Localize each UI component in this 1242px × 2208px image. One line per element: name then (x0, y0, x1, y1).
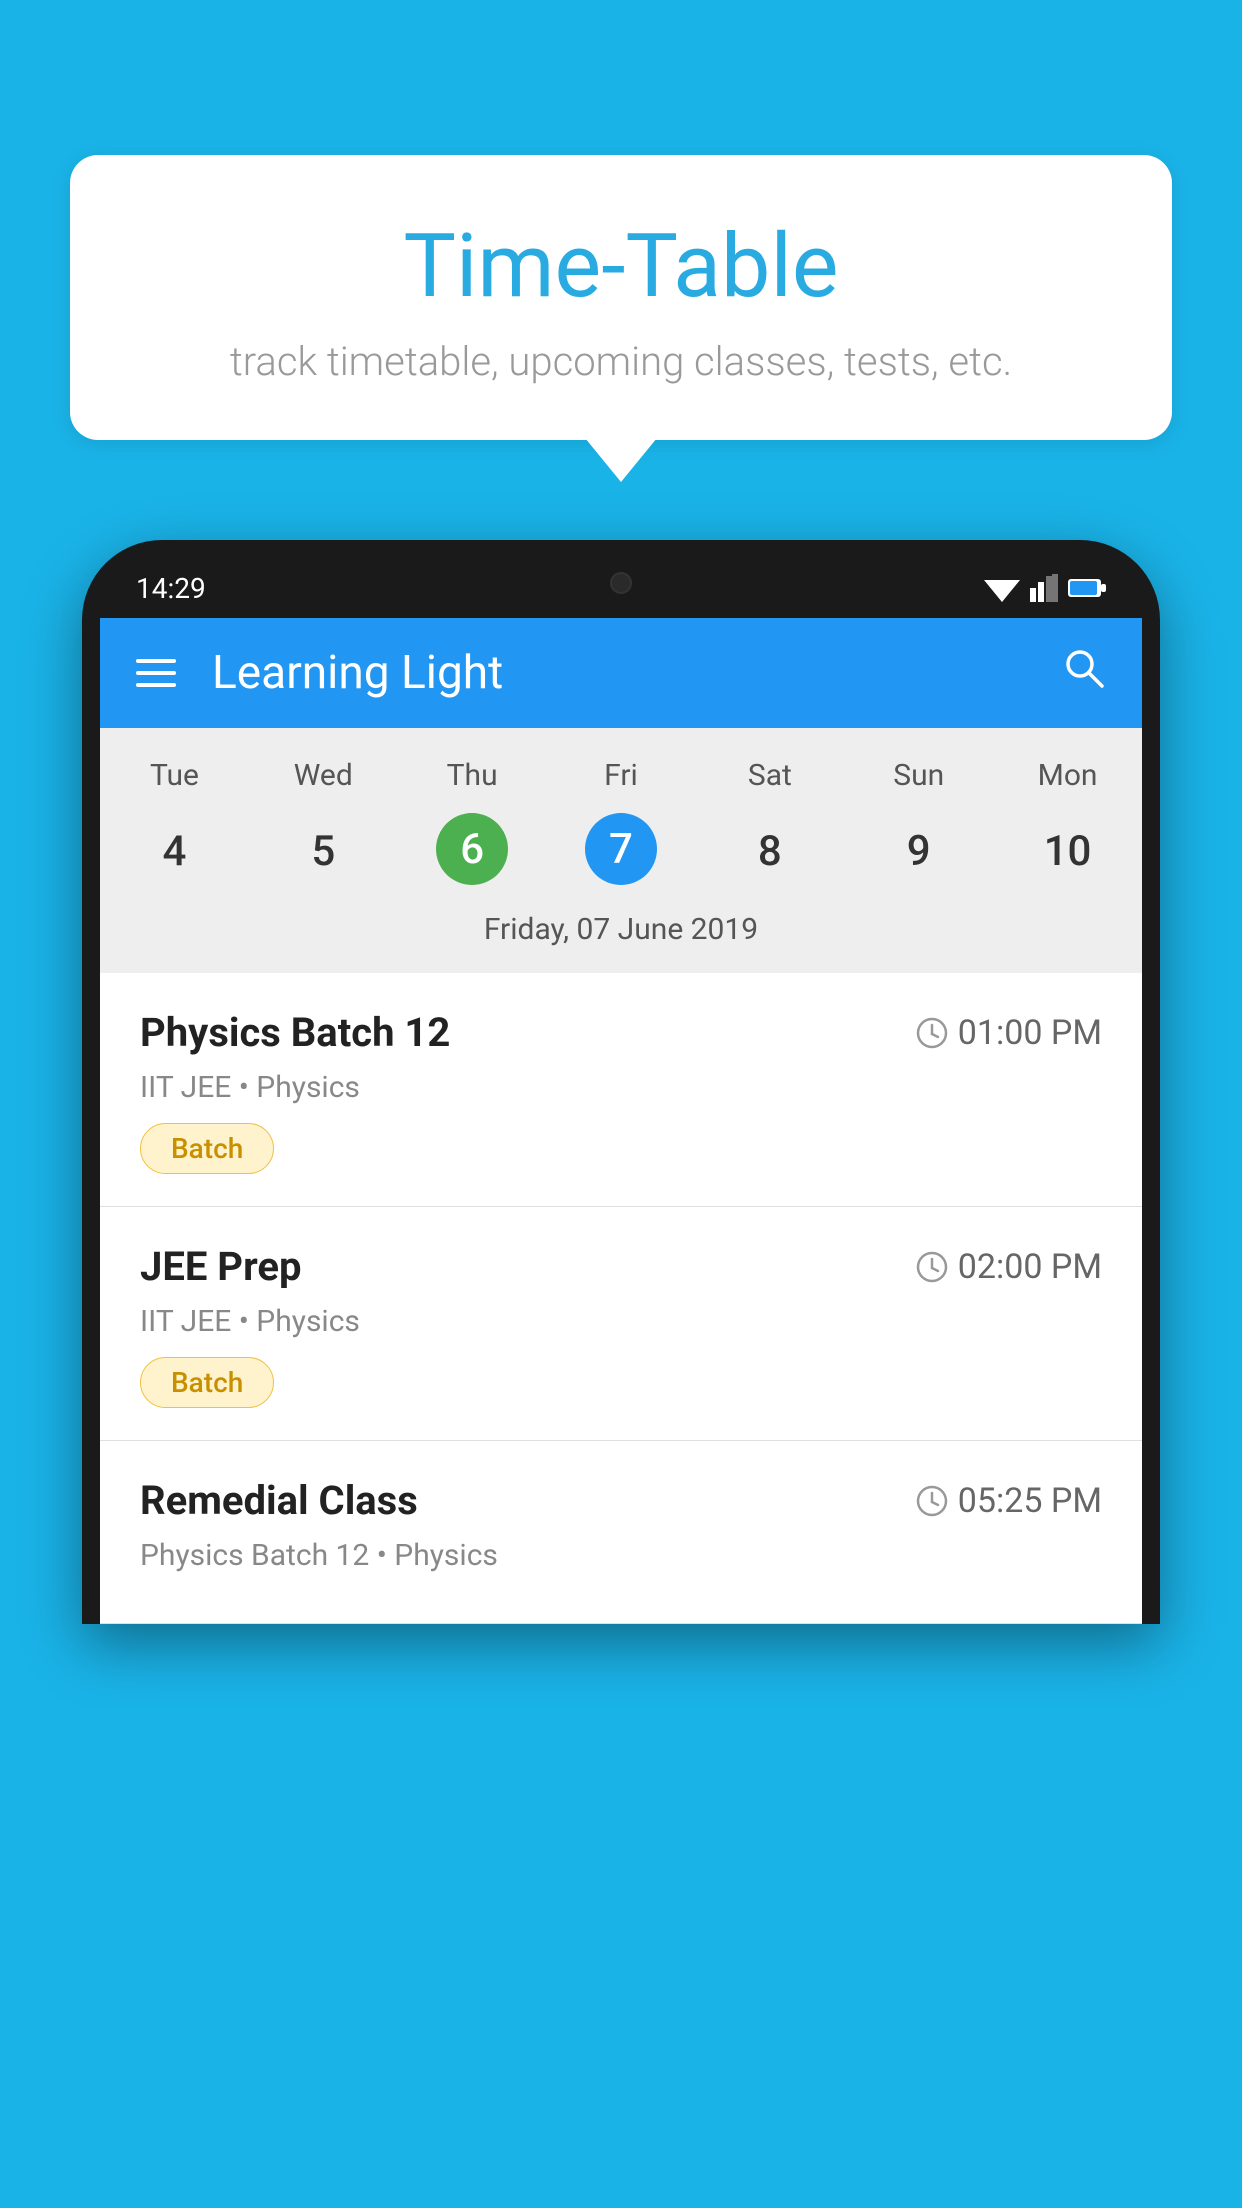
event-time-text-2: 02:00 PM (958, 1247, 1102, 1287)
day-header-fri: Fri (547, 748, 696, 803)
speech-bubble: Time-Table track timetable, upcoming cla… (70, 155, 1172, 440)
status-bar: 14:29 (100, 558, 1142, 618)
event-time-text-1: 01:00 PM (958, 1013, 1102, 1053)
day-header-mon: Mon (993, 748, 1142, 803)
status-time: 14:29 (136, 572, 206, 605)
day-5[interactable]: 5 (249, 813, 398, 890)
event-card-remedial[interactable]: Remedial Class 05:25 PM Physics Batch 12… (100, 1441, 1142, 1624)
event-card-jee-prep[interactable]: JEE Prep 02:00 PM IIT JEE • Physics Batc… (100, 1207, 1142, 1441)
status-icons (984, 574, 1106, 602)
day-6-today[interactable]: 6 (436, 813, 508, 885)
bubble-subtitle: track timetable, upcoming classes, tests… (130, 338, 1112, 385)
clock-icon-2 (916, 1251, 948, 1283)
wifi-icon (984, 574, 1020, 602)
clock-icon-3 (916, 1485, 948, 1517)
phone-mockup: 14:29 (82, 540, 1160, 2208)
day-header-sat: Sat (695, 748, 844, 803)
phone-screen: Learning Light Tue Wed Thu Fri Sat Sun (100, 618, 1142, 1624)
event-header-1: Physics Batch 12 01:00 PM (140, 1009, 1102, 1056)
batch-badge-2: Batch (140, 1357, 274, 1408)
event-header-3: Remedial Class 05:25 PM (140, 1477, 1102, 1524)
camera (610, 572, 632, 594)
event-time-3: 05:25 PM (916, 1481, 1102, 1521)
day-4[interactable]: 4 (100, 813, 249, 890)
selected-date-label: Friday, 07 June 2019 (100, 900, 1142, 963)
day-header-thu: Thu (398, 748, 547, 803)
event-title-3: Remedial Class (140, 1477, 418, 1524)
event-time-text-3: 05:25 PM (958, 1481, 1102, 1521)
event-time-2: 02:00 PM (916, 1247, 1102, 1287)
day-numbers: 4 5 6 7 8 9 10 (100, 813, 1142, 890)
batch-badge-1: Batch (140, 1123, 274, 1174)
events-section: Physics Batch 12 01:00 PM IIT JEE • Phys… (100, 973, 1142, 1624)
event-meta-3: Physics Batch 12 • Physics (140, 1538, 1102, 1573)
search-button[interactable] (1062, 646, 1106, 701)
event-meta-1: IIT JEE • Physics (140, 1070, 1102, 1105)
bubble-title: Time-Table (130, 215, 1112, 318)
day-headers: Tue Wed Thu Fri Sat Sun Mon (100, 748, 1142, 803)
menu-button[interactable] (136, 659, 176, 687)
clock-icon-1 (916, 1017, 948, 1049)
app-bar: Learning Light (100, 618, 1142, 728)
calendar-section: Tue Wed Thu Fri Sat Sun Mon 4 5 6 7 8 9 … (100, 728, 1142, 973)
battery-icon (1068, 577, 1106, 599)
app-title: Learning Light (212, 646, 1062, 700)
event-title-2: JEE Prep (140, 1243, 301, 1290)
signal-icon (1030, 574, 1058, 602)
phone-frame: 14:29 (82, 540, 1160, 1624)
day-8[interactable]: 8 (695, 813, 844, 890)
day-10[interactable]: 10 (993, 813, 1142, 890)
day-7-selected[interactable]: 7 (585, 813, 657, 885)
day-header-sun: Sun (844, 748, 993, 803)
day-header-wed: Wed (249, 748, 398, 803)
event-card-physics-batch[interactable]: Physics Batch 12 01:00 PM IIT JEE • Phys… (100, 973, 1142, 1207)
speech-bubble-container: Time-Table track timetable, upcoming cla… (70, 155, 1172, 440)
day-header-tue: Tue (100, 748, 249, 803)
event-time-1: 01:00 PM (916, 1013, 1102, 1053)
event-meta-2: IIT JEE • Physics (140, 1304, 1102, 1339)
day-9[interactable]: 9 (844, 813, 993, 890)
event-header-2: JEE Prep 02:00 PM (140, 1243, 1102, 1290)
event-title-1: Physics Batch 12 (140, 1009, 450, 1056)
phone-notch (541, 558, 701, 608)
